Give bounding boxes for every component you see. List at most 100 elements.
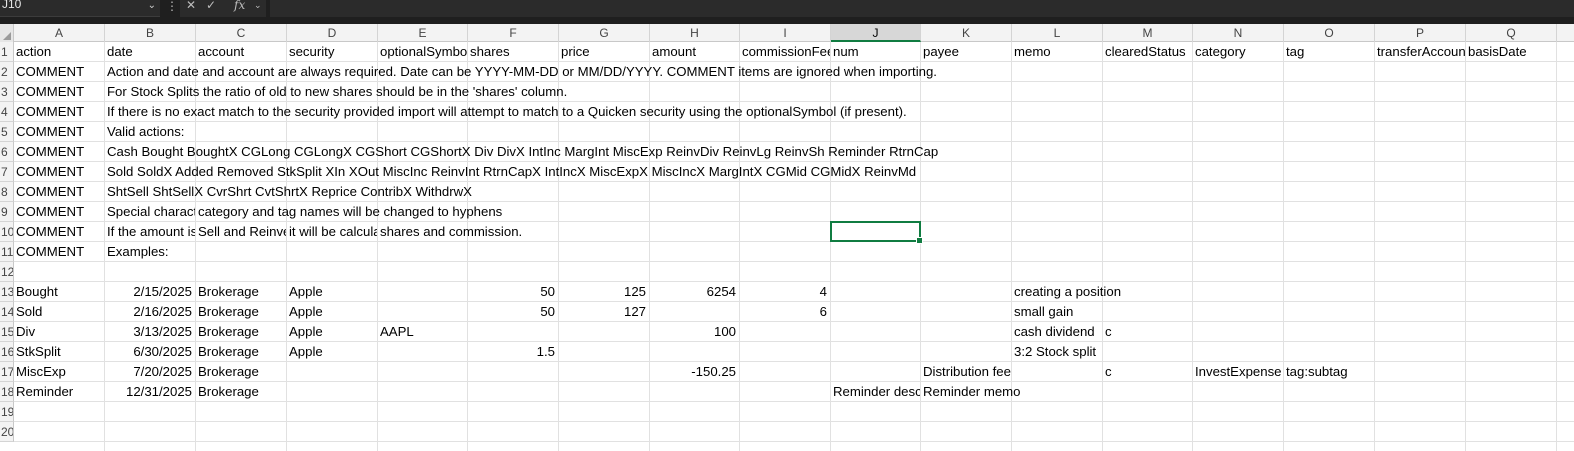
cell-b1[interactable]: date <box>105 42 195 61</box>
cell-e10[interactable]: shares and commission. <box>378 222 522 241</box>
cell-a4[interactable]: COMMENT <box>14 102 104 121</box>
cell-c9[interactable]: category and tag names will be changed t… <box>196 202 502 221</box>
cell-m15[interactable]: c <box>1103 322 1192 341</box>
cell-d1[interactable]: security <box>287 42 377 61</box>
column-header-m[interactable]: M <box>1103 24 1193 42</box>
row-header-5[interactable]: 5 <box>0 122 14 142</box>
cell-f16[interactable]: 1.5 <box>468 342 558 361</box>
column-header-n[interactable]: N <box>1193 24 1284 42</box>
cell-e15[interactable]: AAPL <box>378 322 467 341</box>
name-box[interactable]: J10 ⌄ <box>0 0 160 17</box>
cell-a6[interactable]: COMMENT <box>14 142 104 161</box>
cell-d10[interactable]: it will be calculated from <box>287 222 377 241</box>
cell-b8[interactable]: ShtSell ShtSellX CvrShrt CvtShrtX Repric… <box>105 182 472 201</box>
cell-e1[interactable]: optionalSymbol <box>378 42 467 61</box>
cell-c17[interactable]: Brokerage <box>196 362 286 381</box>
cell-a14[interactable]: Sold <box>14 302 104 321</box>
cell-g1[interactable]: price <box>559 42 649 61</box>
cell-p1[interactable]: transferAccount <box>1375 42 1465 61</box>
cell-b14[interactable]: 2/16/2025 <box>105 302 195 321</box>
cell-i1[interactable]: commissionFee <box>740 42 830 61</box>
cell-b10[interactable]: If the amount is missing for Buy, Sell a… <box>105 222 195 241</box>
cell-a16[interactable]: StkSplit <box>14 342 104 361</box>
function-icon[interactable]: fx <box>234 0 245 12</box>
column-header-l[interactable]: L <box>1012 24 1103 42</box>
row-header-20[interactable]: 20 <box>0 422 14 442</box>
cell-b3[interactable]: For Stock Splits the ratio of old to new… <box>105 82 567 101</box>
cell-f13[interactable]: 50 <box>468 282 558 301</box>
cell-n17[interactable]: InvestExpense <box>1193 362 1283 381</box>
row-header-14[interactable]: 14 <box>0 302 14 322</box>
cell-c18[interactable]: Brokerage <box>196 382 286 401</box>
column-header-d[interactable]: D <box>287 24 378 42</box>
column-header-o[interactable]: O <box>1284 24 1375 42</box>
cell-f1[interactable]: shares <box>468 42 558 61</box>
formula-input[interactable] <box>270 0 1574 17</box>
cell-a9[interactable]: COMMENT <box>14 202 104 221</box>
row-header-1[interactable]: 1 <box>0 42 14 62</box>
row-header-19[interactable]: 19 <box>0 402 14 422</box>
row-header-15[interactable]: 15 <box>0 322 14 342</box>
cell-a15[interactable]: Div <box>14 322 104 341</box>
cell-i13[interactable]: 4 <box>740 282 830 301</box>
cell-i14[interactable]: 6 <box>740 302 830 321</box>
enter-icon[interactable]: ✓ <box>206 0 216 12</box>
cell-n1[interactable]: category <box>1193 42 1283 61</box>
row-header-13[interactable]: 13 <box>0 282 14 302</box>
cell-b2[interactable]: Action and date and account are always r… <box>105 62 937 81</box>
column-header-j[interactable]: J <box>831 24 921 42</box>
row-header-16[interactable]: 16 <box>0 342 14 362</box>
cell-h1[interactable]: amount <box>650 42 739 61</box>
column-header-b[interactable]: B <box>105 24 196 42</box>
column-header-f[interactable]: F <box>468 24 559 42</box>
selected-cell-highlight[interactable] <box>830 221 923 244</box>
row-header-6[interactable]: 6 <box>0 142 14 162</box>
cell-a11[interactable]: COMMENT <box>14 242 104 261</box>
cell-b17[interactable]: 7/20/2025 <box>105 362 195 381</box>
row-header-2[interactable]: 2 <box>0 62 14 82</box>
cell-c15[interactable]: Brokerage <box>196 322 286 341</box>
cell-m1[interactable]: clearedStatus <box>1103 42 1192 61</box>
column-header-c[interactable]: C <box>196 24 287 42</box>
column-header-a[interactable]: A <box>14 24 105 42</box>
row-header-7[interactable]: 7 <box>0 162 14 182</box>
cell-a13[interactable]: Bought <box>14 282 104 301</box>
cell-g13[interactable]: 125 <box>559 282 649 301</box>
cancel-icon[interactable]: ✕ <box>186 0 196 12</box>
row-header-17[interactable]: 17 <box>0 362 14 382</box>
cell-l13[interactable]: creating a position <box>1012 282 1121 301</box>
column-header-g[interactable]: G <box>559 24 650 42</box>
cell-f14[interactable]: 50 <box>468 302 558 321</box>
column-header-h[interactable]: H <box>650 24 740 42</box>
cell-c16[interactable]: Brokerage <box>196 342 286 361</box>
cell-a5[interactable]: COMMENT <box>14 122 104 141</box>
cell-d16[interactable]: Apple <box>287 342 377 361</box>
row-header-3[interactable]: 3 <box>0 82 14 102</box>
cell-b6[interactable]: Cash Bought BoughtX CGLong CGLongX CGSho… <box>105 142 938 161</box>
row-header-18[interactable]: 18 <box>0 382 14 402</box>
cell-j18[interactable]: Reminder description <box>831 382 920 401</box>
column-header-e[interactable]: E <box>378 24 468 42</box>
row-header-12[interactable]: 12 <box>0 262 14 282</box>
cell-b13[interactable]: 2/15/2025 <box>105 282 195 301</box>
cell-k18[interactable]: Reminder memo <box>921 382 1020 401</box>
cell-k17[interactable]: Distribution fee <box>921 362 1011 381</box>
cell-d15[interactable]: Apple <box>287 322 377 341</box>
cell-h15[interactable]: 100 <box>650 322 739 341</box>
cell-l14[interactable]: small gain <box>1012 302 1102 321</box>
column-header-p[interactable]: P <box>1375 24 1466 42</box>
row-header-11[interactable]: 11 <box>0 242 14 262</box>
cell-a18[interactable]: Reminder <box>14 382 104 401</box>
cell-a7[interactable]: COMMENT <box>14 162 104 181</box>
chevron-down-icon[interactable]: ⌄ <box>254 0 262 11</box>
cell-b16[interactable]: 6/30/2025 <box>105 342 195 361</box>
cell-k1[interactable]: payee <box>921 42 1011 61</box>
cell-l16[interactable]: 3:2 Stock split <box>1012 342 1102 361</box>
cell-b7[interactable]: Sold SoldX Added Removed StkSplit XIn XO… <box>105 162 916 181</box>
cell-h13[interactable]: 6254 <box>650 282 739 301</box>
cell-c14[interactable]: Brokerage <box>196 302 286 321</box>
cell-d13[interactable]: Apple <box>287 282 377 301</box>
row-header-9[interactable]: 9 <box>0 202 14 222</box>
cell-l15[interactable]: cash dividend <box>1012 322 1102 341</box>
cell-b18[interactable]: 12/31/2025 <box>105 382 195 401</box>
